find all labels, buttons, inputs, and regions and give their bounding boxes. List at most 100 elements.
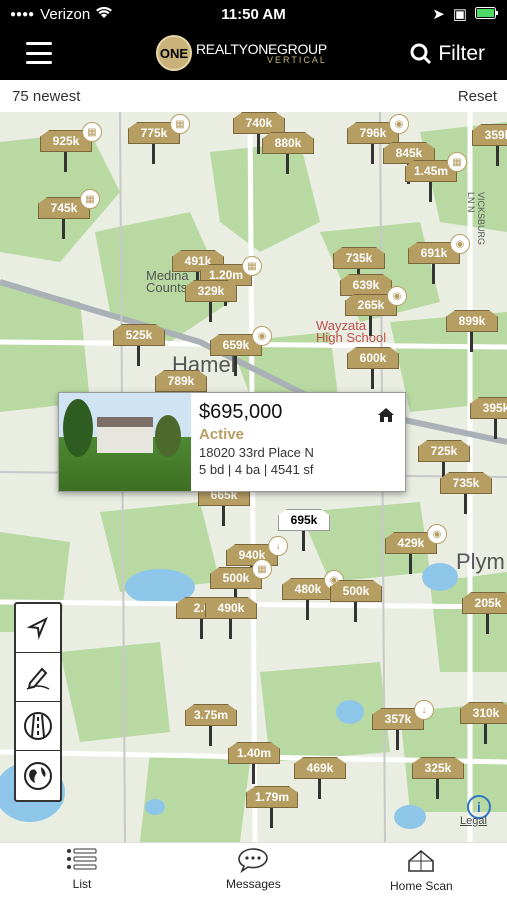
map-pin-price: 735k — [440, 472, 492, 494]
map-pin[interactable]: 735k — [440, 472, 494, 516]
open-house-icon: ◉ — [389, 114, 409, 134]
tab-home-scan[interactable]: Home Scan — [390, 847, 453, 893]
map-pin-stick — [484, 724, 487, 744]
map-pin-stick — [62, 219, 65, 239]
location-icon: ➤ — [432, 6, 445, 23]
map-pin-stick — [464, 494, 467, 514]
map-pin-stick — [302, 531, 305, 551]
map-pin-stick — [369, 316, 372, 336]
map-pin-stick — [270, 808, 273, 828]
open-house-icon: ◉ — [252, 326, 272, 346]
filter-button[interactable]: Filter — [410, 42, 485, 66]
map-pin-price: 500k — [330, 580, 382, 602]
open-house-icon: ◉ — [387, 286, 407, 306]
map-pin[interactable]: 469k — [294, 757, 348, 801]
map-pin-price: 395k — [470, 397, 507, 419]
map-pin-price: 695k — [278, 509, 330, 531]
map-pin[interactable]: 1.45m ▦ — [405, 152, 467, 204]
map-pin-price: 880k — [262, 132, 314, 154]
map-pin[interactable]: 600k — [347, 347, 401, 391]
map-pin-stick — [429, 182, 432, 202]
battery-icon — [475, 6, 499, 23]
map-pin-stick — [229, 619, 232, 639]
map-pin-stick — [371, 144, 374, 164]
map-pin[interactable]: 1.79m — [246, 786, 300, 830]
tab-list[interactable]: List — [66, 847, 98, 891]
map-pin-stick — [257, 134, 260, 154]
calendar-icon: ▦ — [447, 152, 467, 172]
listing-popup[interactable]: $695,000 Active 18020 33rd Place N 5 bd … — [58, 392, 406, 492]
map-pin-stick — [64, 152, 67, 172]
map-pin[interactable]: 205k — [462, 592, 507, 636]
map-pin[interactable]: 525k — [113, 324, 167, 368]
search-icon — [410, 43, 432, 65]
map-pin[interactable]: 775k ▦ — [128, 114, 190, 166]
map-pin[interactable]: 265k ◉ — [345, 286, 407, 338]
map-pin[interactable]: 480k ◉ — [282, 570, 344, 622]
map-pin-price: 469k — [294, 757, 346, 779]
listing-info: $695,000 Active 18020 33rd Place N 5 bd … — [191, 393, 405, 491]
map-pin-stick — [234, 356, 237, 376]
map-pin-stick — [137, 346, 140, 366]
map-pin-price: 639k — [340, 274, 392, 296]
home-scan-icon — [408, 849, 435, 872]
map-pin[interactable]: 899k — [446, 310, 500, 354]
map-tools — [14, 602, 62, 802]
map-pin[interactable]: 745k ▦ — [38, 189, 100, 241]
map-pin-stick — [354, 602, 357, 622]
map-pin-price: 525k — [113, 324, 165, 346]
map-pin[interactable]: 500k — [330, 580, 384, 624]
map-pin-stick — [306, 600, 309, 620]
listing-status: Active — [199, 426, 245, 443]
map-pin[interactable]: 325k — [412, 757, 466, 801]
location-arrow-icon[interactable] — [16, 604, 60, 653]
lock-rotation-icon: ▣ — [452, 6, 467, 23]
legal-link[interactable]: Legal — [460, 815, 487, 827]
pencil-draw-icon[interactable] — [16, 653, 60, 702]
map-pin[interactable]: 310k — [460, 702, 507, 746]
place-label-plymouth: Plym — [456, 549, 505, 574]
map-pin-stick — [286, 154, 289, 174]
map-pin[interactable]: 880k — [262, 132, 316, 176]
logo-wordmark: REALTYONEGROUP — [196, 40, 327, 57]
map-pin-stick — [222, 506, 225, 526]
globe-icon[interactable] — [16, 751, 60, 800]
menu-icon[interactable] — [26, 42, 52, 64]
map-pin-stick — [371, 369, 374, 389]
map-pin[interactable]: 691k ◉ — [408, 234, 470, 286]
map-pin[interactable]: 659k ◉ — [210, 326, 272, 378]
map-pin[interactable]: 925k ▦ — [40, 122, 102, 174]
results-bar: 75 newest Reset — [0, 80, 507, 112]
map-pin[interactable]: 1.40m — [228, 742, 282, 786]
status-bar: ●●●● Verizon 11:50 AM ➤ ▣ — [0, 0, 507, 30]
map-pin-price: 329k — [185, 280, 237, 302]
road-icon[interactable] — [16, 702, 60, 751]
calendar-icon: ▦ — [252, 559, 272, 579]
map-pin-stick — [432, 264, 435, 284]
map-pin-price: 1.40m — [228, 742, 280, 764]
map-pin-price: 490k — [205, 597, 257, 619]
price-drop-icon: ↓ — [268, 536, 288, 556]
logo-badge: ONE — [156, 35, 192, 71]
map-pin-stick — [200, 619, 203, 639]
filter-label: Filter — [438, 42, 485, 65]
map-pin[interactable]: 329k — [185, 280, 239, 324]
map-pin[interactable]: 490k — [205, 597, 259, 641]
calendar-icon: ▦ — [82, 122, 102, 142]
calendar-icon: ▦ — [80, 189, 100, 209]
tab-messages[interactable]: Messages — [226, 847, 281, 891]
street-label: VICKSBURG LN N — [466, 192, 486, 246]
map-pin-stick — [396, 730, 399, 750]
map-pin-stick — [318, 779, 321, 799]
map-pin[interactable]: 395k — [470, 397, 507, 441]
map-pin[interactable]: 429k ◉ — [385, 524, 447, 576]
map-pin-price: 735k — [333, 247, 385, 269]
listing-photo[interactable] — [59, 393, 191, 491]
reset-button[interactable]: Reset — [458, 88, 497, 105]
map-pin[interactable]: 357k ↓ — [372, 700, 434, 752]
map-pin-stick — [152, 144, 155, 164]
open-house-icon: ◉ — [450, 234, 470, 254]
map-pin-price: 310k — [460, 702, 507, 724]
map-pin-price: 325k — [412, 757, 464, 779]
map-pin[interactable]: 359k — [472, 124, 507, 168]
